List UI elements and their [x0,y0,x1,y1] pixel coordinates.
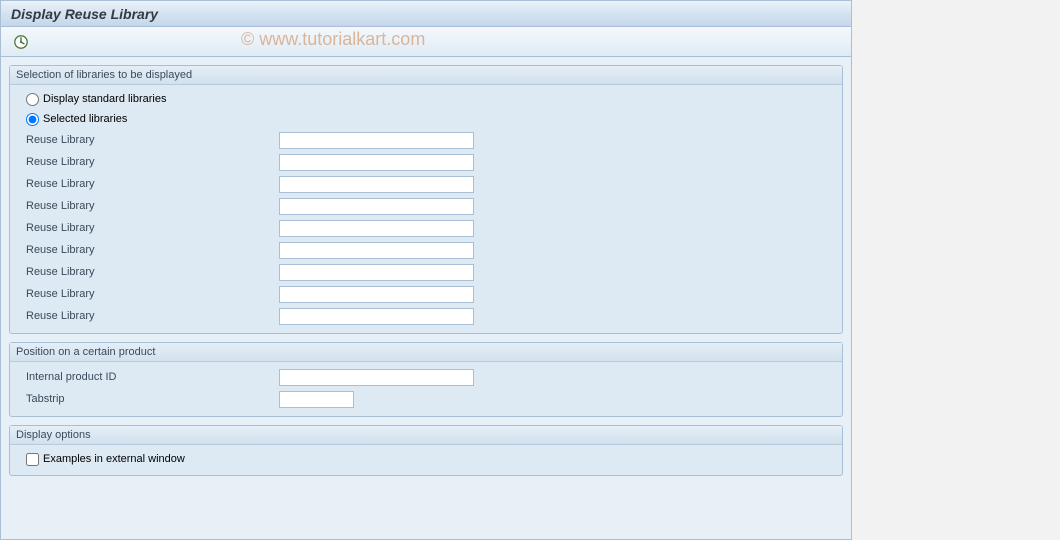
tabstrip-label: Tabstrip [26,393,279,405]
external-window-label: Examples in external window [43,453,185,465]
window-title: Display Reuse Library [11,6,158,22]
group-selection-title: Selection of libraries to be displayed [10,66,842,85]
radio-display-standard[interactable] [26,93,39,106]
tabstrip-row: Tabstrip [18,388,834,410]
group-position-title: Position on a certain product [10,343,842,362]
reuse-library-row-6: Reuse Library [18,239,834,261]
reuse-library-input-4[interactable] [279,198,474,215]
reuse-library-row-1: Reuse Library [18,129,834,151]
internal-product-id-row: Internal product ID [18,366,834,388]
reuse-library-label-7: Reuse Library [26,266,279,278]
group-display-options: Display options Examples in external win… [9,425,843,476]
reuse-library-label-1: Reuse Library [26,134,279,146]
group-display-title: Display options [10,426,842,445]
watermark: © www.tutorialkart.com [241,29,425,50]
reuse-library-row-7: Reuse Library [18,261,834,283]
reuse-library-input-7[interactable] [279,264,474,281]
reuse-library-row-4: Reuse Library [18,195,834,217]
reuse-library-row-8: Reuse Library [18,283,834,305]
radio-display-standard-label: Display standard libraries [43,93,167,105]
reuse-library-label-2: Reuse Library [26,156,279,168]
external-window-checkbox[interactable] [26,453,39,466]
radio-row-standard: Display standard libraries [18,89,834,109]
reuse-library-label-6: Reuse Library [26,244,279,256]
reuse-library-row-5: Reuse Library [18,217,834,239]
internal-product-id-label: Internal product ID [26,371,279,383]
internal-product-id-input[interactable] [279,369,474,386]
radio-selected-libraries[interactable] [26,113,39,126]
group-selection-body: Display standard libraries Selected libr… [10,85,842,333]
tabstrip-input[interactable] [279,391,354,408]
external-window-row: Examples in external window [18,449,834,469]
reuse-library-row-9: Reuse Library [18,305,834,327]
reuse-library-input-6[interactable] [279,242,474,259]
group-selection-libraries: Selection of libraries to be displayed D… [9,65,843,334]
reuse-library-input-3[interactable] [279,176,474,193]
execute-button[interactable] [11,32,31,52]
group-position-body: Internal product ID Tabstrip [10,362,842,416]
radio-selected-libraries-label: Selected libraries [43,113,127,125]
group-display-body: Examples in external window [10,445,842,475]
reuse-library-input-8[interactable] [279,286,474,303]
reuse-library-label-3: Reuse Library [26,178,279,190]
reuse-library-label-9: Reuse Library [26,310,279,322]
reuse-library-row-2: Reuse Library [18,151,834,173]
reuse-library-input-1[interactable] [279,132,474,149]
reuse-library-input-2[interactable] [279,154,474,171]
radio-row-selected: Selected libraries [18,109,834,129]
reuse-library-label-5: Reuse Library [26,222,279,234]
reuse-library-label-8: Reuse Library [26,288,279,300]
reuse-library-label-4: Reuse Library [26,200,279,212]
titlebar: Display Reuse Library [1,1,851,27]
content-area: Selection of libraries to be displayed D… [1,57,851,484]
reuse-library-row-3: Reuse Library [18,173,834,195]
group-position-product: Position on a certain product Internal p… [9,342,843,417]
clock-execute-icon [13,34,29,50]
reuse-library-input-5[interactable] [279,220,474,237]
reuse-library-input-9[interactable] [279,308,474,325]
main-window: Display Reuse Library © www.tutorialkart… [0,0,852,540]
toolbar: © www.tutorialkart.com [1,27,851,57]
